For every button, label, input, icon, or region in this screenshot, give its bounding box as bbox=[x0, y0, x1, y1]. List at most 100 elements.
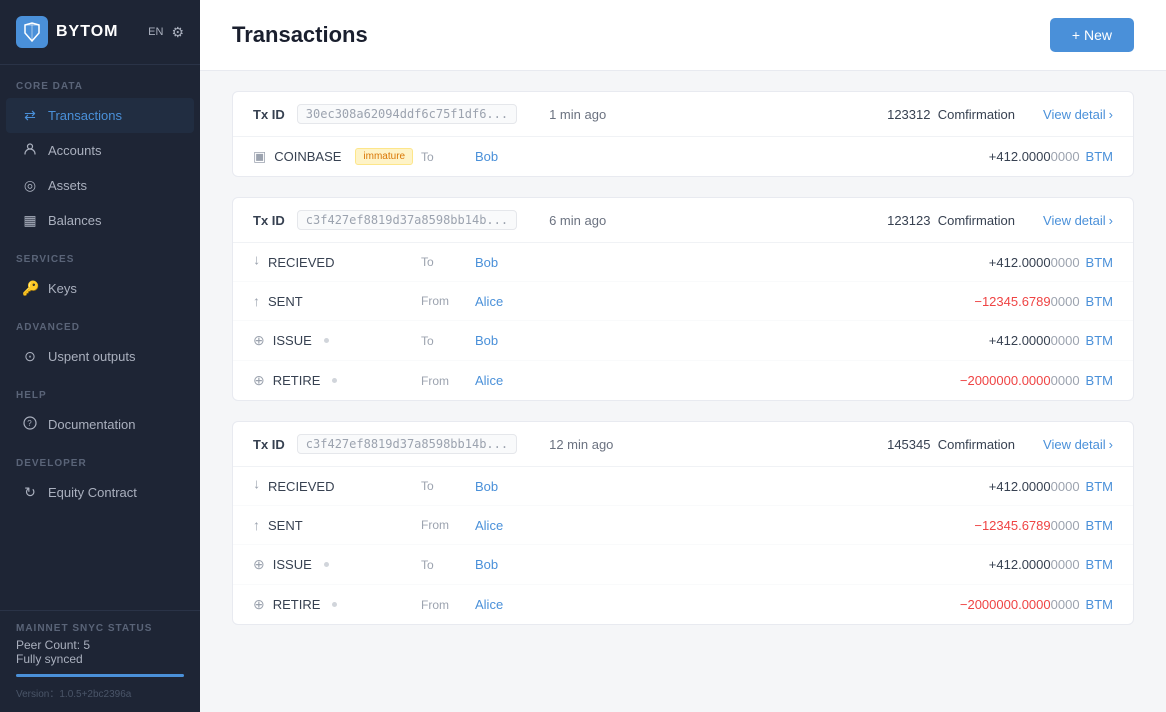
tx-type-label: RETIRE bbox=[273, 597, 321, 612]
tx-direction: To bbox=[421, 558, 471, 572]
svg-text:?: ? bbox=[27, 419, 32, 428]
status-dot bbox=[324, 338, 329, 343]
amount-main: 2000000.0000 bbox=[967, 597, 1050, 612]
sidebar-item-label: Assets bbox=[48, 178, 87, 193]
sidebar-item-transactions[interactable]: ⇄ Transactions bbox=[6, 98, 194, 133]
amount-main: 412.0000 bbox=[996, 255, 1050, 270]
tx-amount: − 2000000.0000 0000 bbox=[960, 373, 1080, 388]
section-label-core: CORE DATA bbox=[0, 65, 200, 98]
amount-sign: + bbox=[989, 557, 997, 572]
tx-card-1: Tx ID c3f427ef8819d37a8598bb14b... 6 min… bbox=[232, 197, 1134, 401]
sidebar-item-label: Transactions bbox=[48, 108, 122, 123]
amount-main: 12345.6789 bbox=[982, 294, 1051, 309]
issue-icon: ⊕ bbox=[253, 556, 265, 573]
tx-card-0: Tx ID 30ec308a62094ddf6c75f1df6... 1 min… bbox=[232, 91, 1134, 177]
view-detail-link[interactable]: View detail › bbox=[1043, 437, 1113, 452]
tx-amount: + 412.0000 0000 bbox=[989, 333, 1080, 348]
main-content: Transactions + New Tx ID 30ec308a62094dd… bbox=[200, 0, 1166, 712]
tx-confirm-label: Comfirmation bbox=[938, 107, 1015, 122]
tx-currency: BTM bbox=[1086, 294, 1113, 309]
tx-amount: + 412.0000 0000 bbox=[989, 255, 1080, 270]
tx-direction: From bbox=[421, 598, 471, 612]
section-label-advanced: ADVANCED bbox=[0, 306, 200, 339]
tx-direction: From bbox=[421, 294, 471, 308]
tx-currency: BTM bbox=[1086, 597, 1113, 612]
tx-type-label: RETIRE bbox=[273, 373, 321, 388]
transactions-icon: ⇄ bbox=[22, 107, 38, 124]
sent-icon: ↑ bbox=[253, 517, 260, 533]
new-button[interactable]: + New bbox=[1050, 18, 1134, 52]
logo-icon bbox=[16, 16, 48, 48]
sync-bar-fill bbox=[16, 674, 184, 677]
logo-text: BYTOM bbox=[56, 23, 118, 41]
version-text: Version：1.0.5+2bc2396a bbox=[16, 685, 184, 700]
sidebar-item-unspent[interactable]: ⊙ Uspent outputs bbox=[6, 339, 194, 374]
settings-icon[interactable]: ⚙ bbox=[171, 24, 184, 41]
amount-decimal: 0000 bbox=[1051, 294, 1080, 309]
tx-amount: + 412.0000 0000 bbox=[989, 149, 1080, 164]
sidebar-item-balances[interactable]: ▦ Balances bbox=[6, 203, 194, 238]
sidebar: BYTOM EN ⚙ CORE DATA ⇄ Transactions Acco… bbox=[0, 0, 200, 712]
keys-icon: 🔑 bbox=[22, 280, 38, 297]
tx-amount: − 2000000.0000 0000 bbox=[960, 597, 1080, 612]
tx-currency: BTM bbox=[1086, 333, 1113, 348]
amount-decimal: 0000 bbox=[1051, 373, 1080, 388]
tx-row-1-1: ↑ SENT From Alice − 12345.6789 0000 BTM bbox=[233, 282, 1133, 321]
sidebar-item-keys[interactable]: 🔑 Keys bbox=[6, 271, 194, 306]
amount-main: 412.0000 bbox=[996, 479, 1050, 494]
tx-counterparty: Alice bbox=[475, 597, 503, 612]
tx-confirm-num: 123312 bbox=[887, 107, 930, 122]
sidebar-item-equity[interactable]: ↻ Equity Contract bbox=[6, 475, 194, 510]
tx-time: 1 min ago bbox=[549, 107, 606, 122]
tx-header-1: Tx ID c3f427ef8819d37a8598bb14b... 6 min… bbox=[233, 198, 1133, 243]
section-label-services: SERVICES bbox=[0, 238, 200, 271]
status-dot bbox=[324, 562, 329, 567]
view-detail-link[interactable]: View detail › bbox=[1043, 213, 1113, 228]
lang-badge: EN bbox=[148, 26, 163, 38]
tx-counterparty: Bob bbox=[475, 333, 498, 348]
view-detail-link[interactable]: View detail › bbox=[1043, 107, 1113, 122]
sent-icon: ↑ bbox=[253, 293, 260, 309]
peer-count: Peer Count: 5 bbox=[16, 638, 184, 652]
received-icon: ↑ bbox=[253, 478, 260, 494]
tx-id-label: Tx ID bbox=[253, 437, 285, 452]
tx-row-0-0: ▣ COINBASE immature To Bob + 412.0000 00… bbox=[233, 137, 1133, 176]
tx-type: ↑ RECIEVED bbox=[253, 478, 413, 494]
balances-icon: ▦ bbox=[22, 212, 38, 229]
sidebar-item-label: Equity Contract bbox=[48, 485, 137, 500]
tx-type: ↑ SENT bbox=[253, 293, 413, 309]
chevron-right-icon: › bbox=[1109, 107, 1113, 122]
tx-amount: + 412.0000 0000 bbox=[989, 557, 1080, 572]
tx-direction: To bbox=[421, 255, 471, 269]
tx-currency: BTM bbox=[1086, 518, 1113, 533]
tx-direction: To bbox=[421, 334, 471, 348]
tx-row-2-1: ↑ SENT From Alice − 12345.6789 0000 BTM bbox=[233, 506, 1133, 545]
amount-sign: − bbox=[974, 518, 982, 533]
amount-main: 412.0000 bbox=[996, 149, 1050, 164]
section-label-help: HELP bbox=[0, 374, 200, 407]
tx-hash: c3f427ef8819d37a8598bb14b... bbox=[297, 434, 517, 454]
section-label-developer: DEVELOPER bbox=[0, 442, 200, 475]
tx-hash: 30ec308a62094ddf6c75f1df6... bbox=[297, 104, 517, 124]
sidebar-item-accounts[interactable]: Accounts bbox=[6, 133, 194, 168]
amount-sign: + bbox=[989, 333, 997, 348]
chevron-right-icon: › bbox=[1109, 437, 1113, 452]
status-dot bbox=[332, 378, 337, 383]
tx-counterparty: Bob bbox=[475, 479, 498, 494]
tx-type-label: SENT bbox=[268, 518, 303, 533]
tx-type: ↑ RECIEVED bbox=[253, 254, 413, 270]
page-title: Transactions bbox=[232, 22, 368, 48]
tx-confirm-num: 145345 bbox=[887, 437, 930, 452]
sidebar-item-assets[interactable]: ◎ Assets bbox=[6, 168, 194, 203]
tx-type-label: RECIEVED bbox=[268, 255, 334, 270]
received-icon: ↑ bbox=[253, 254, 260, 270]
tx-amount: + 412.0000 0000 bbox=[989, 479, 1080, 494]
sidebar-item-documentation[interactable]: ? Documentation bbox=[6, 407, 194, 442]
tx-confirmations: 145345 Comfirmation bbox=[887, 437, 1015, 452]
tx-counterparty: Alice bbox=[475, 294, 503, 309]
retire-icon: ⊕ bbox=[253, 596, 265, 613]
tx-counterparty: Bob bbox=[475, 255, 498, 270]
amount-main: 412.0000 bbox=[996, 333, 1050, 348]
immature-badge: immature bbox=[355, 148, 413, 165]
amount-main: 2000000.0000 bbox=[967, 373, 1050, 388]
